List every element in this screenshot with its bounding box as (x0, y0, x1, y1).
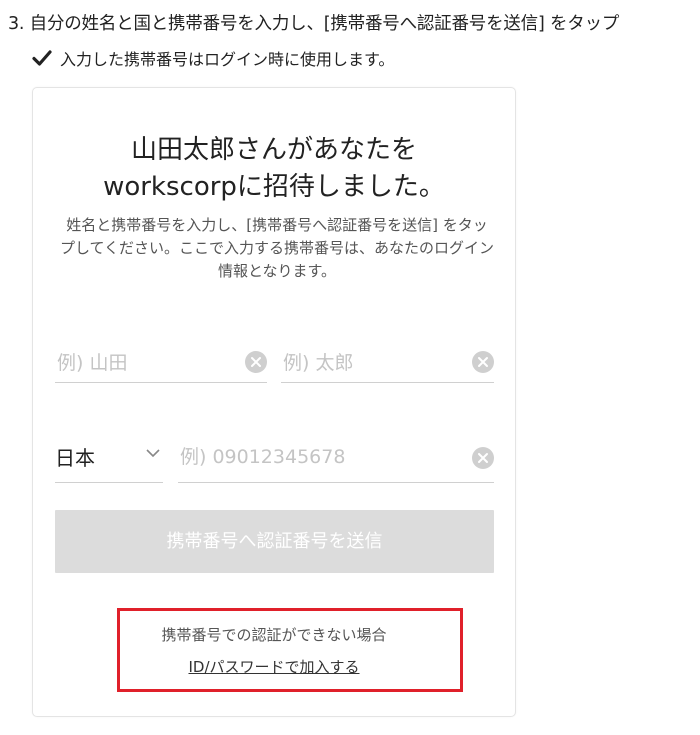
country-select[interactable]: 日本 (55, 432, 163, 483)
highlight-box (117, 608, 463, 692)
clear-icon[interactable] (472, 447, 494, 469)
clear-icon[interactable] (472, 351, 494, 373)
card-description: 姓名と携帯番号を入力し、[携帯番号へ認証番号を送信] をタップしてください。ここ… (59, 216, 495, 280)
check-icon (32, 50, 52, 66)
send-code-button[interactable]: 携帯番号へ認証番号を送信 (55, 510, 494, 573)
first-name-field[interactable]: 例) 太郎 (281, 338, 494, 383)
card-title: 山田太郎さんがあなたを workscorpに招待しました。 (33, 132, 515, 206)
chevron-down-icon (146, 449, 160, 458)
id-password-join-link[interactable]: ID/パスワードで加入する (33, 656, 515, 677)
note-text: 入力した携帯番号はログイン時に使用します。 (60, 50, 395, 69)
last-name-placeholder: 例) 山田 (57, 352, 128, 374)
invite-card: 山田太郎さんがあなたを workscorpに招待しました。 姓名と携帯番号を入力… (32, 87, 516, 717)
last-name-field[interactable]: 例) 山田 (55, 338, 267, 383)
first-name-placeholder: 例) 太郎 (283, 352, 354, 374)
clear-icon[interactable] (245, 351, 267, 373)
phone-placeholder: 例) 09012345678 (180, 446, 346, 468)
note-line: 入力した携帯番号はログイン時に使用します。 (32, 46, 394, 70)
title-line-2: workscorpに招待しました。 (103, 172, 445, 202)
country-value: 日本 (55, 446, 95, 470)
step-instruction: 3. 自分の姓名と国と携帯番号を入力し、[携帯番号へ認証番号を送信] をタップ (8, 14, 620, 34)
alt-auth-text: 携帯番号での認証ができない場合 (161, 626, 387, 644)
title-line-1: 山田太郎さんがあなたを (130, 135, 417, 165)
phone-field[interactable]: 例) 09012345678 (178, 432, 494, 483)
